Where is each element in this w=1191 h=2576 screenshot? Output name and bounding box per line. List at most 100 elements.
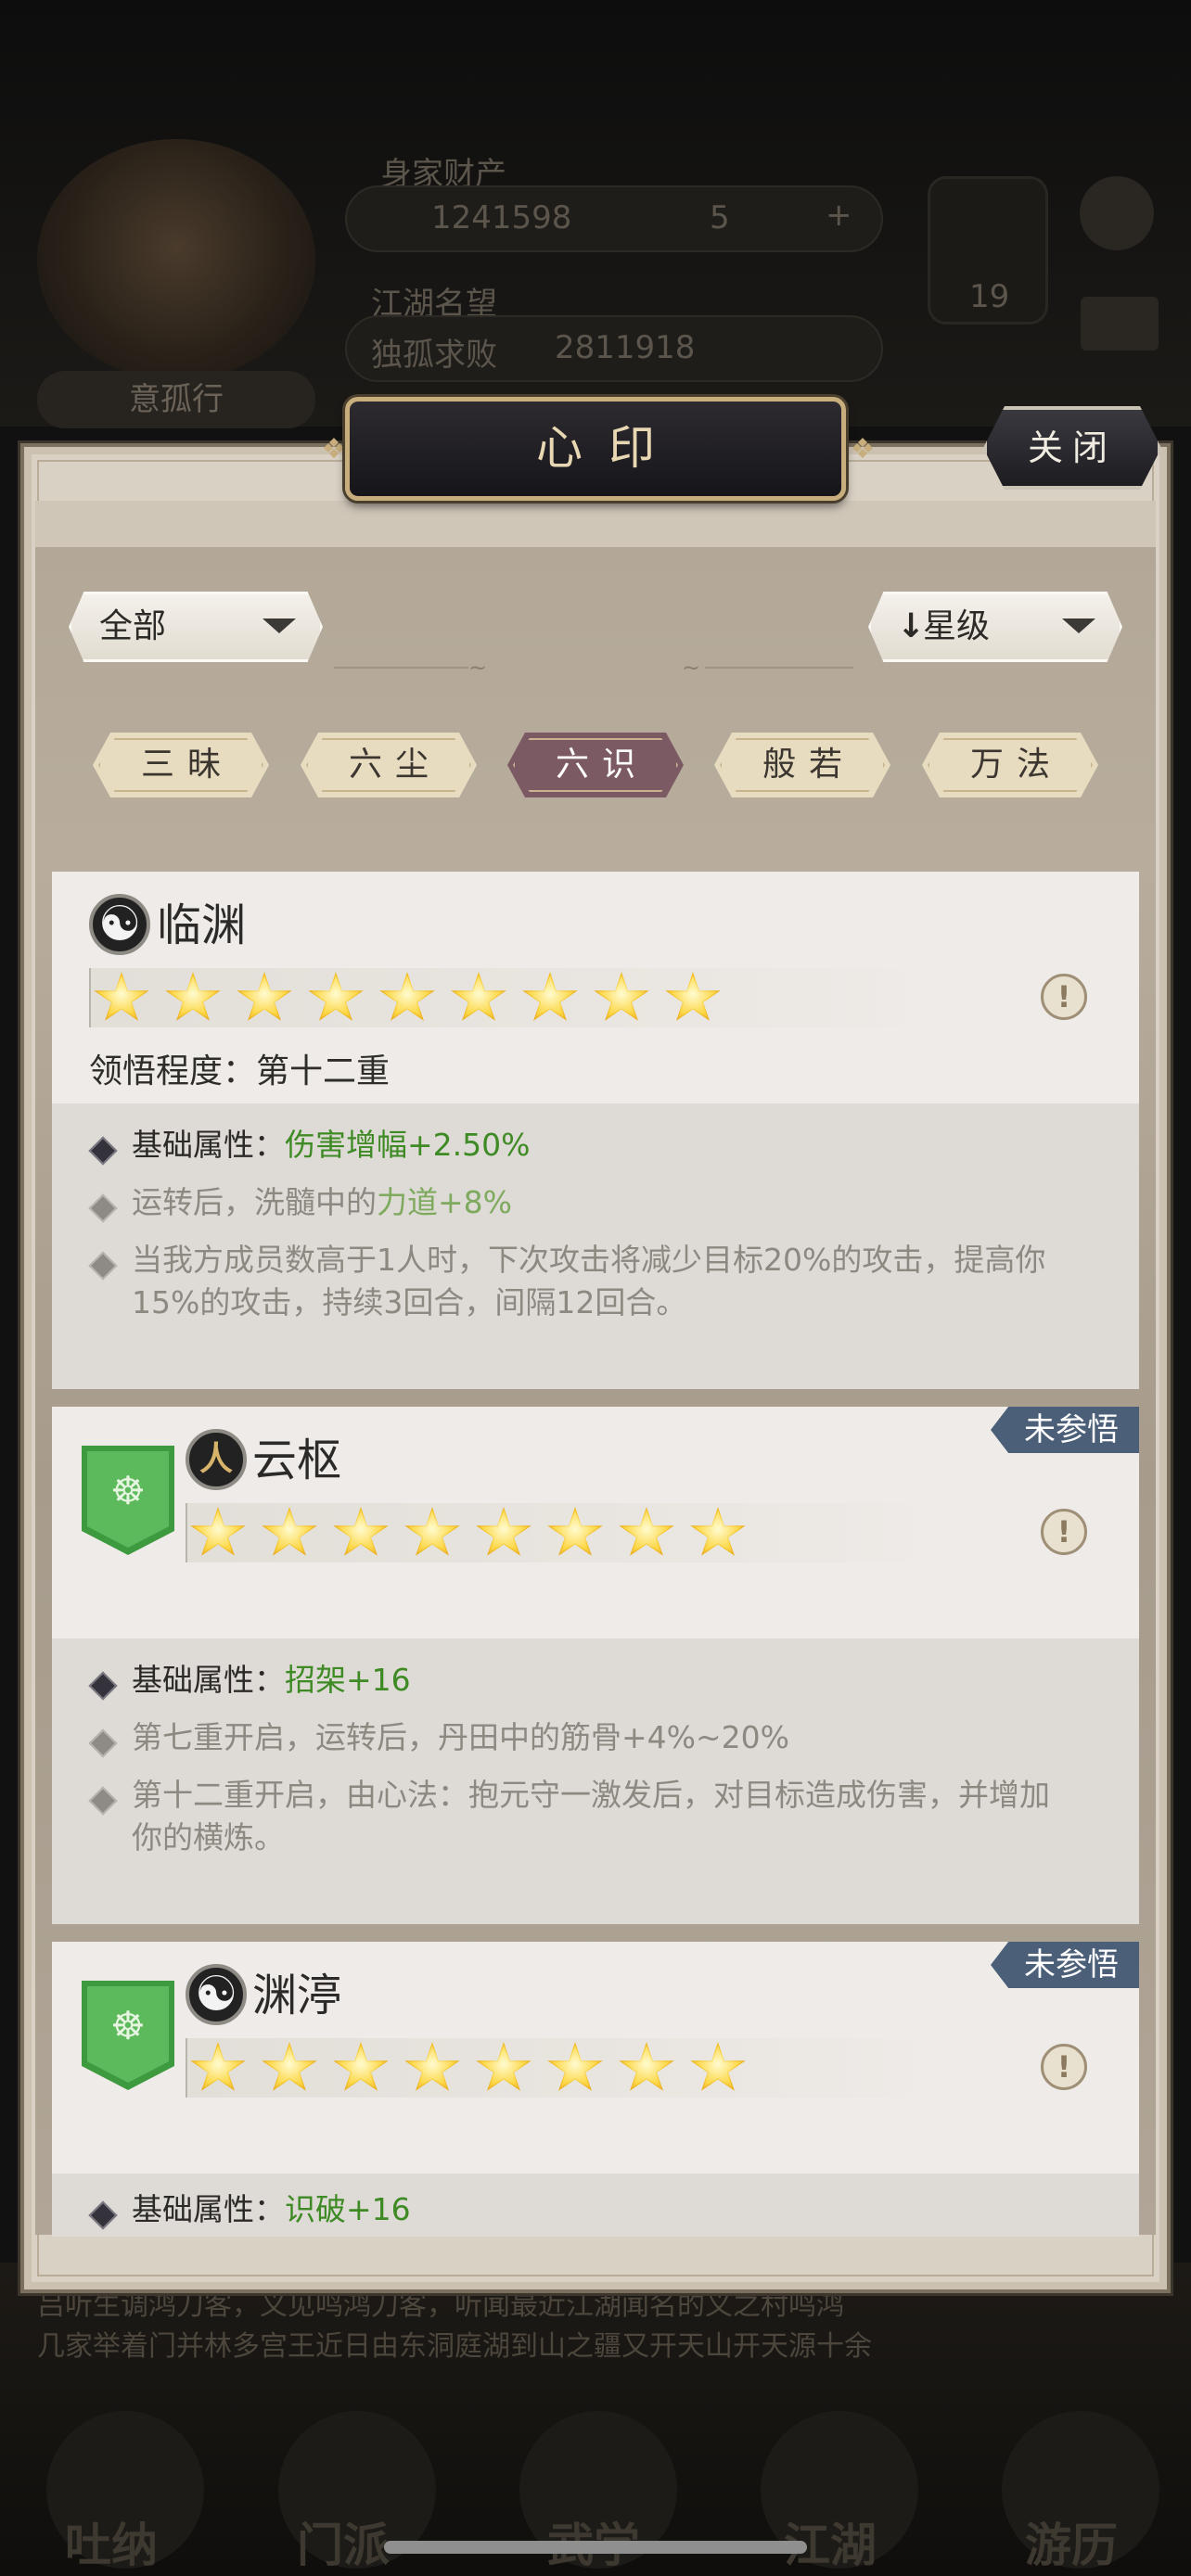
- fame-value: 2811918: [555, 329, 696, 366]
- wealth-box: [345, 185, 883, 252]
- card-attributes: 基础属性：伤害增幅+2.50% 运转后，洗髓中的力道+8% 当我方成员数高于1人…: [52, 1103, 1139, 1389]
- star-icon: [404, 1507, 460, 1556]
- card-title: 渊渟: [252, 1970, 342, 2021]
- star-icon: [237, 972, 292, 1021]
- tab-bore[interactable]: 般若: [714, 733, 890, 797]
- diamond-bullet-icon: [89, 1672, 113, 1696]
- plus-icon: +: [826, 197, 852, 234]
- nav-label-tuna: 吐纳: [65, 2519, 158, 2572]
- divider-left: [334, 667, 468, 669]
- star-icon: [165, 972, 221, 1021]
- info-button[interactable]: !: [1041, 2044, 1087, 2090]
- card-header: ☸ ☯ 渊渟 未参悟 !: [52, 1942, 1139, 2174]
- star-icon: [333, 2042, 389, 2091]
- card-attributes: 基础属性：招架+16 第七重开启，运转后，丹田中的筋骨+4%~20% 第十二重开…: [52, 1639, 1139, 1924]
- title-ornament-right: ❖: [850, 433, 876, 465]
- mail-icon: [1081, 297, 1159, 351]
- player-name: 意孤行: [37, 371, 315, 428]
- star-icon: [404, 2042, 460, 2091]
- diamond-bullet-icon: [89, 1194, 113, 1218]
- status-badge: 未参悟: [991, 1407, 1139, 1453]
- diamond-bullet-icon: [89, 1787, 113, 1811]
- gear-icon: [1080, 176, 1154, 250]
- status-badge: 未参悟: [991, 1942, 1139, 1988]
- diamond-bullet-icon: [89, 2201, 113, 2225]
- nav-label-youli: 游历: [1025, 2519, 1118, 2572]
- star-icon: [262, 1507, 317, 1556]
- filter-selected: 全部: [99, 607, 167, 645]
- sort-dropdown[interactable]: ↓星级: [868, 592, 1122, 662]
- effect-line: 当我方成员数高于1人时，下次攻击将减少目标20%的攻击，提高你15%的攻击，持续…: [89, 1239, 1109, 1332]
- card-title: 临渊: [157, 899, 247, 951]
- star-icon: [190, 1507, 246, 1556]
- gem-value: 5: [710, 199, 730, 236]
- home-indicator[interactable]: [384, 2541, 807, 2554]
- filter-dropdown[interactable]: 全部: [69, 592, 323, 662]
- tab-sanmei[interactable]: 三昧: [93, 733, 269, 797]
- player-avatar: [37, 139, 315, 380]
- base-attribute: 基础属性：招架+16: [89, 1659, 1109, 1702]
- star-icon: [522, 972, 578, 1021]
- star-icon: [547, 1507, 603, 1556]
- gold-value: 1241598: [431, 199, 572, 236]
- info-button[interactable]: !: [1041, 974, 1087, 1020]
- taiji-icon: ☯: [89, 894, 150, 955]
- star-icon: [547, 2042, 603, 2091]
- card-header: ☯ 临渊 ! 领悟程度：第十二重: [52, 872, 1139, 1103]
- meditation-banner-icon: ☸: [82, 1981, 174, 2090]
- player-title: 独孤求败: [371, 337, 497, 374]
- star-rating: [89, 968, 924, 1027]
- divider-right: [705, 667, 853, 669]
- dialog-title-plate: 心印: [345, 397, 846, 501]
- star-icon: [308, 972, 364, 1021]
- star-rating: [186, 2038, 928, 2098]
- star-icon: [476, 2042, 531, 2091]
- diamond-bullet-icon: [89, 1137, 113, 1161]
- star-icon: [379, 972, 435, 1021]
- effect-line: 第七重开启，运转后，丹田中的筋骨+4%~20%: [89, 1716, 1109, 1759]
- tab-liushi[interactable]: 六识: [507, 733, 684, 797]
- star-icon: [333, 1507, 389, 1556]
- divider-ornament-right: ~: [682, 655, 701, 681]
- star-icon: [190, 2042, 246, 2091]
- xinyin-card[interactable]: ☸ 人 云枢 未参悟 ! 基础属性：招架+16 第七重开启，运转后，丹田中的筋骨…: [52, 1407, 1139, 1924]
- star-icon: [690, 1507, 746, 1556]
- comprehension-level: 领悟程度：第十二重: [89, 1052, 391, 1090]
- star-icon: [619, 1507, 674, 1556]
- effect-line: 第十二重开启，由心法：抱元守一激发后，对目标造成伤害，并增加你的横炼。: [89, 1774, 1109, 1867]
- dialog-title: 心印: [536, 421, 681, 475]
- chevron-down-icon: [263, 618, 296, 633]
- dialog-header-band: [35, 501, 1156, 547]
- star-icon: [262, 2042, 317, 2091]
- level-value: 19: [969, 278, 1010, 315]
- star-icon: [665, 972, 721, 1021]
- divider-ornament-left: ~: [468, 655, 488, 681]
- taiji-icon: ☯: [186, 1964, 247, 2025]
- star-icon: [476, 1507, 531, 1556]
- chevron-down-icon: [1062, 618, 1095, 633]
- meditation-banner-icon: ☸: [82, 1446, 174, 1555]
- star-icon: [690, 2042, 746, 2091]
- star-icon: [451, 972, 506, 1021]
- tab-liuchen[interactable]: 六尘: [301, 733, 477, 797]
- diamond-bullet-icon: [89, 1252, 113, 1276]
- xinyin-card[interactable]: ☸ ☯ 渊渟 未参悟 ! 基础属性：识破+16: [52, 1942, 1139, 2237]
- nav-label-menpai: 门派: [297, 2519, 390, 2572]
- star-icon: [619, 2042, 674, 2091]
- sort-selected: 星级: [923, 607, 991, 645]
- tab-wanfa[interactable]: 万法: [922, 733, 1098, 797]
- star-icon: [94, 972, 149, 1021]
- card-attributes: 基础属性：识破+16: [52, 2174, 1139, 2237]
- background-story-text: 吕听生调鸿刀客，义见鸣鸿刀客，听闻最近江湖闻名的义之村鸣鸿 几家举着门并林多宫王…: [37, 2289, 872, 2363]
- star-rating: [186, 1503, 928, 1562]
- figure-icon: 人: [186, 1429, 247, 1490]
- base-attribute: 基础属性：识破+16: [89, 2188, 1109, 2231]
- info-button[interactable]: !: [1041, 1509, 1087, 1555]
- close-button[interactable]: 关闭: [983, 406, 1161, 490]
- sort-arrow-icon: ↓: [897, 607, 926, 645]
- diamond-bullet-icon: [89, 1729, 113, 1753]
- effect-line: 运转后，洗髓中的力道+8%: [89, 1181, 1109, 1224]
- xinyin-card[interactable]: ☯ 临渊 ! 领悟程度：第十二重 基础属性：伤害增幅+2.50% 运转后，洗髓中…: [52, 872, 1139, 1389]
- star-icon: [594, 972, 649, 1021]
- card-title: 云枢: [252, 1435, 342, 1486]
